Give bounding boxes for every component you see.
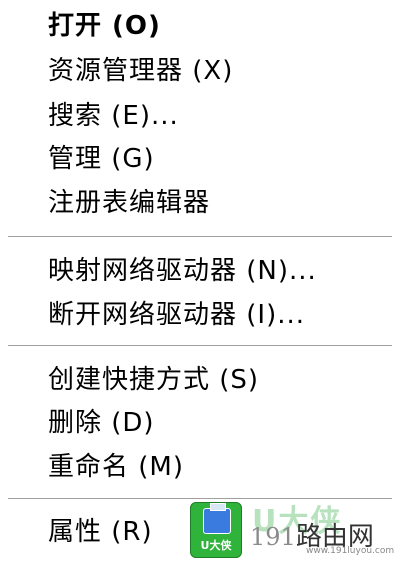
menu-item-create-shortcut[interactable]: 创建快捷方式 (S) — [48, 363, 259, 397]
context-menu: 打开 (O) 资源管理器 (X) 搜索 (E)... 管理 (G) 注册表编辑器… — [0, 0, 400, 563]
menu-item-registry-editor[interactable]: 注册表编辑器 — [48, 186, 210, 220]
menu-separator — [8, 345, 392, 347]
watermark: U大侠 U大侠 191路由网 www.191luyou.com — [186, 496, 400, 563]
menu-item-properties[interactable]: 属性 (R) — [48, 515, 153, 549]
menu-item-disconnect-network-drive[interactable]: 断开网络驱动器 (I)... — [48, 298, 305, 332]
menu-separator — [8, 236, 392, 238]
menu-item-open[interactable]: 打开 (O) — [48, 9, 161, 43]
menu-item-rename[interactable]: 重命名 (M) — [48, 450, 184, 484]
usb-drive-icon — [203, 503, 231, 534]
menu-item-search[interactable]: 搜索 (E)... — [48, 99, 179, 133]
usb-logo-icon: U大侠 — [190, 502, 242, 558]
menu-item-explorer[interactable]: 资源管理器 (X) — [48, 54, 233, 88]
menu-item-delete[interactable]: 删除 (D) — [48, 406, 155, 440]
logo-text: U大侠 — [200, 539, 232, 552]
watermark-site-number: 191 — [250, 523, 296, 551]
menu-item-manage[interactable]: 管理 (G) — [48, 142, 155, 176]
watermark-url: www.191luyou.com — [306, 546, 395, 556]
menu-item-map-network-drive[interactable]: 映射网络驱动器 (N)... — [48, 254, 317, 288]
